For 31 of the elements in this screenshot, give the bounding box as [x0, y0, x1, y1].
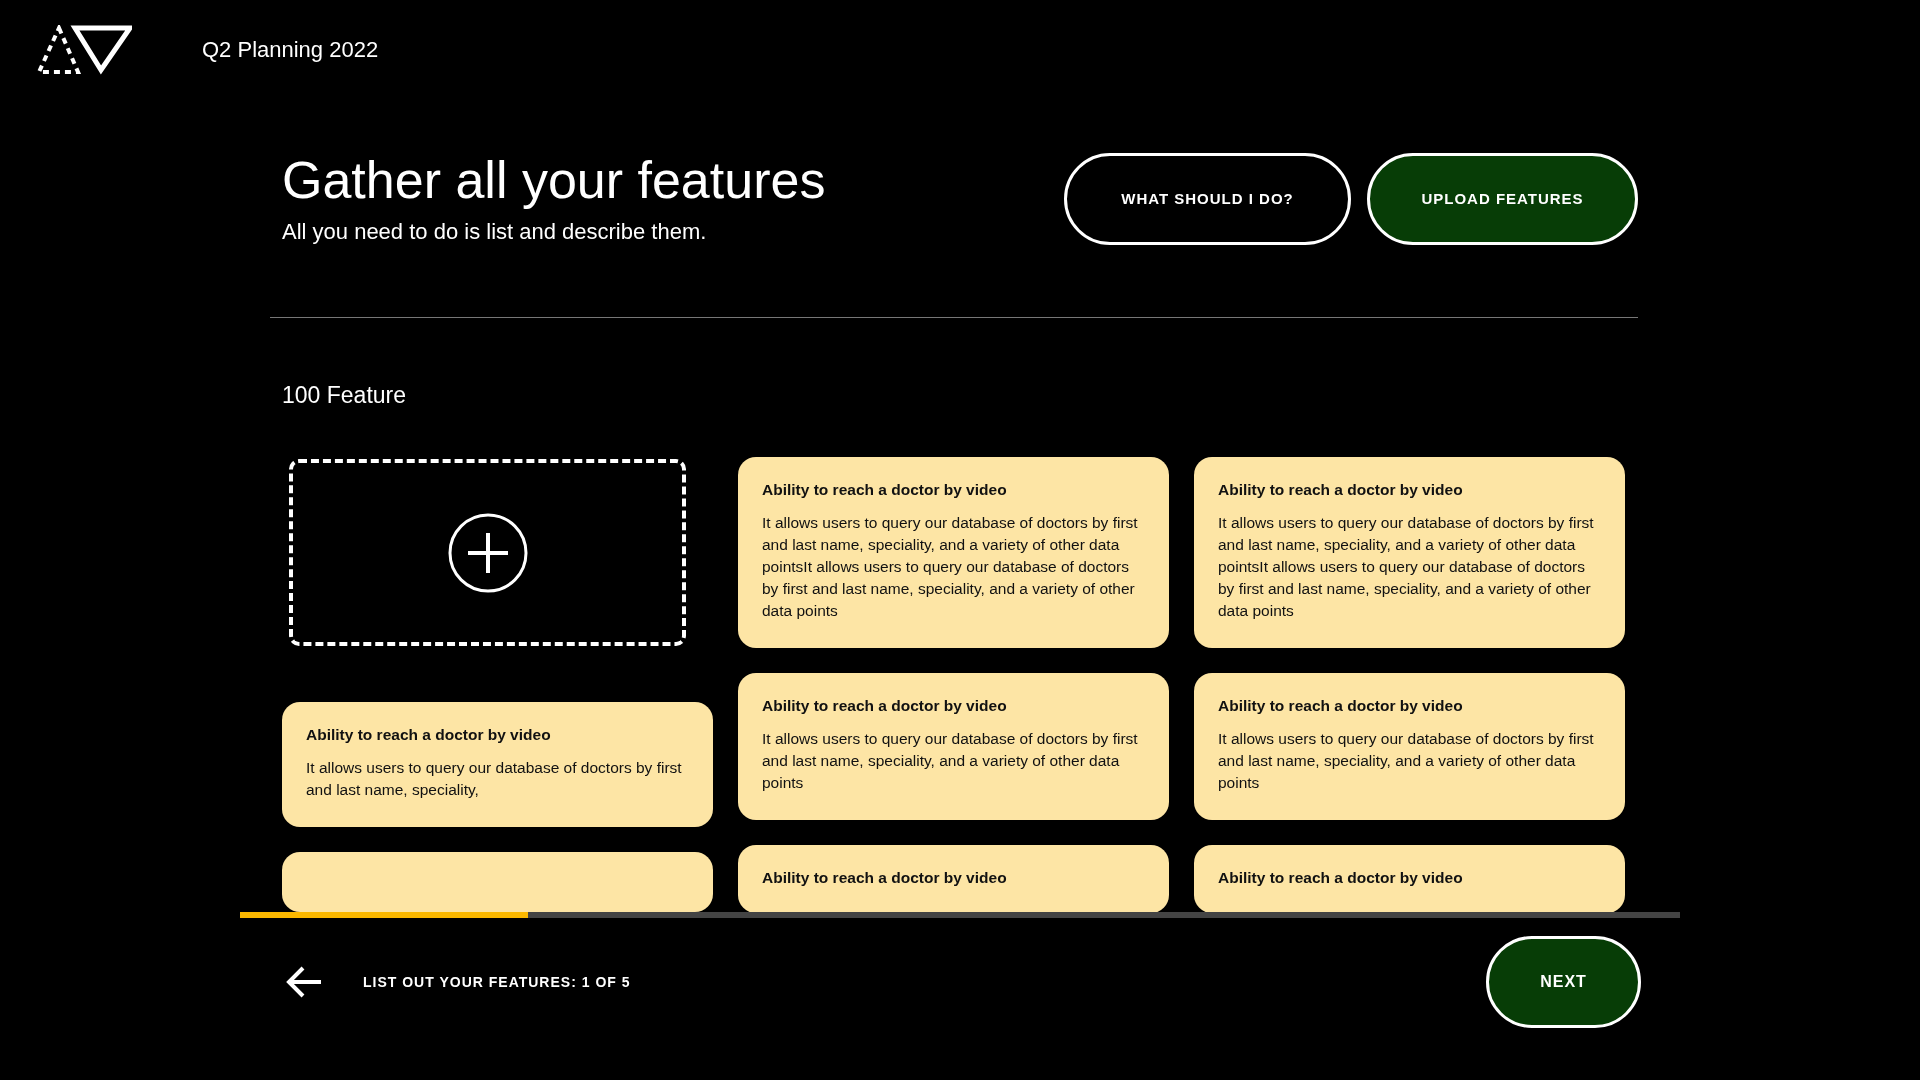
page-subheading: All you need to do is list and describe them. [282, 219, 708, 246]
feature-title: Ability to reach a doctor by video [1218, 697, 1464, 716]
feature-count: 100 Feature [281, 382, 408, 410]
feature-card[interactable]: Ability to reach a doctor by video [738, 845, 1169, 913]
help-button[interactable]: WHAT SHOULD I DO? [1064, 152, 1351, 245]
feature-description: It allows users to query our database of doctors by first and last name, speciality, and a variety of other data points [762, 729, 1139, 794]
feature-title: Ability to reach a doctor by video [1218, 869, 1464, 888]
project-title: Q2 Planning 2022 [202, 37, 379, 63]
upload-button[interactable]: UPLOAD FEATURES [1367, 152, 1638, 245]
feature-description: It allows users to query our database of doctors by first and last name, speciality, and a variety of other data pointsIt allows users to query our database of doctors by first and last name, speciality, and a variety of other data points [762, 513, 1139, 622]
feature-card[interactable]: Ability to reach a doctor by video It allows users to query our database of doctors by first and last name, speciality, [282, 702, 713, 828]
feature-card[interactable]: Ability to reach a doctor by video [1194, 845, 1625, 913]
back-arrow-icon[interactable] [285, 965, 323, 1000]
feature-card[interactable]: Ability to reach a doctor by video It allows users to query our database of doctors by first and last name, speciality, and a variety of other data points [738, 673, 1169, 821]
logo-icon [37, 25, 132, 75]
feature-description: It allows users to query our database of doctors by first and last name, speciality, and a variety of other data points [1218, 729, 1595, 794]
add-feature-tile[interactable] [289, 459, 686, 647]
feature-card[interactable] [738, 457, 1169, 649]
feature-title: Ability to reach a doctor by video [762, 481, 1008, 500]
next-button[interactable]: NEXT [1486, 936, 1641, 1029]
page-heading: Gather all your features [282, 152, 826, 210]
feature-title: Ability to reach a doctor by video [762, 697, 1008, 716]
feature-title: Ability to reach a doctor by video [306, 726, 552, 745]
step-label: LIST OUT YOUR FEATURES: 1 OF 5 [363, 974, 632, 991]
feature-card[interactable] [1194, 457, 1625, 649]
feature-card[interactable]: Ability to reach a doctor by video It allows users to query our database of doctors by first and last name, speciality, and a variety of other data points [1194, 673, 1625, 821]
feature-title: Ability to reach a doctor by video [762, 869, 1008, 888]
feature-description: It allows users to query our database of doctors by first and last name, speciality, and a variety of other data pointsIt allows users to query our database of doctors by first and last name, speciality, and a variety of other data points [1218, 513, 1595, 622]
plus-circle-icon [446, 511, 529, 594]
feature-title: Ability to reach a doctor by video [1218, 481, 1464, 500]
feature-description: It allows users to query our database of doctors by first and last name, speciality, [306, 758, 683, 801]
